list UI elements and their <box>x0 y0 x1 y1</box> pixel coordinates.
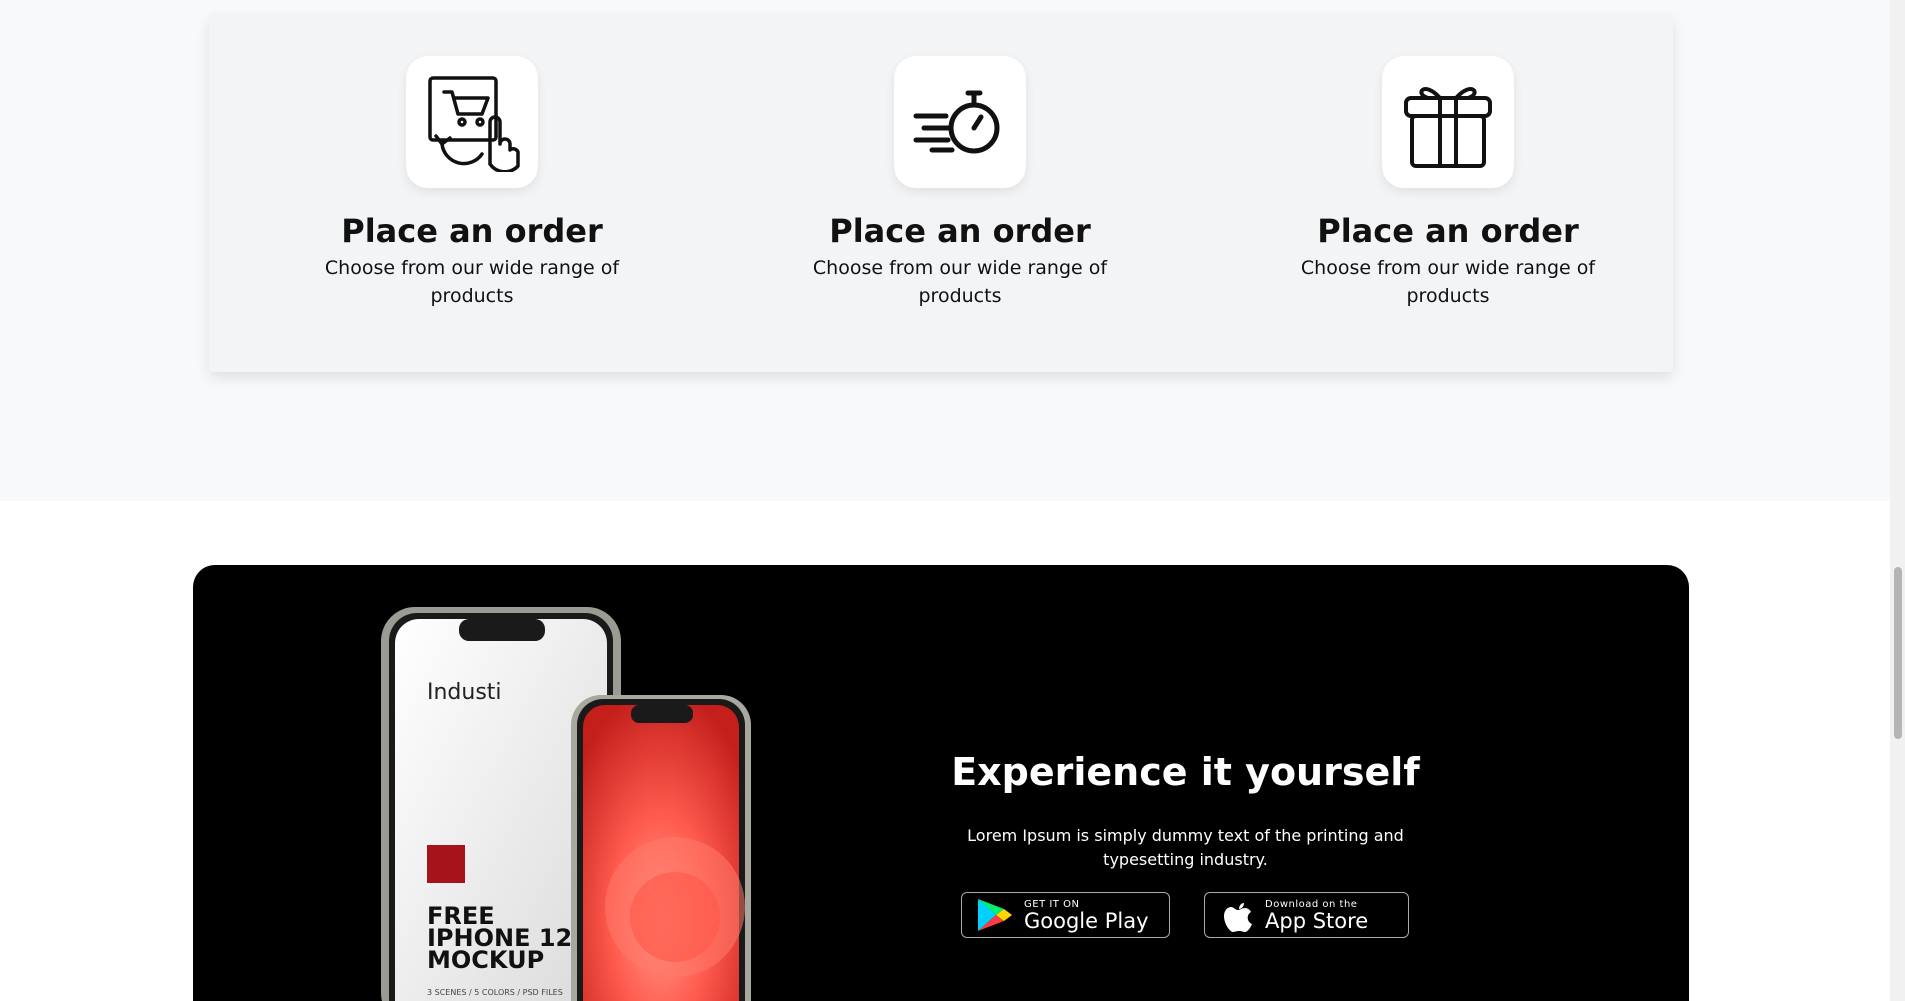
app-store-button[interactable]: Download on the App Store <box>1204 892 1409 938</box>
cta-block: Experience it yourself Lorem Ipsum is si… <box>943 750 1428 872</box>
feature-title: Place an order <box>1317 212 1579 250</box>
feature-description: Choose from our wide range of products <box>324 257 620 307</box>
feature-icon-box <box>1382 56 1514 188</box>
cart-click-icon <box>428 76 520 172</box>
cta-subtext: Lorem Ipsum is simply dummy text of the … <box>967 826 1404 869</box>
feature-title: Place an order <box>829 212 1091 250</box>
mockup-headline-3: MOCKUP <box>427 946 544 974</box>
google-play-button[interactable]: GET IT ON Google Play <box>961 892 1170 938</box>
feature-item-1: Place an order Choose from our wide rang… <box>307 56 637 310</box>
feature-icon-box <box>894 56 1026 188</box>
features-section: Place an order Choose from our wide rang… <box>0 0 1890 501</box>
google-badge-big-text: Google Play <box>1024 908 1149 933</box>
mockup-footnote: 3 SCENES / 5 COLORS / PSD FILES <box>427 988 563 997</box>
scrollbar-track[interactable] <box>1890 0 1905 1001</box>
store-badges: GET IT ON Google Play Download on the Ap… <box>961 892 1421 940</box>
apple-badge-small-text: Download on the <box>1265 898 1358 910</box>
stopwatch-speed-icon <box>913 90 1000 154</box>
apple-badge-big-text: App Store <box>1265 908 1369 933</box>
feature-description: Choose from our wide range of products <box>812 257 1108 307</box>
feature-item-3: Place an order Choose from our wide rang… <box>1283 56 1613 310</box>
scrollbar-thumb[interactable] <box>1894 567 1902 739</box>
feature-title: Place an order <box>341 212 603 250</box>
feature-description: Choose from our wide range of products <box>1300 257 1596 307</box>
google-badge-small-text: GET IT ON <box>1024 898 1080 910</box>
feature-item-2: Place an order Choose from our wide rang… <box>795 56 1125 310</box>
features-card: Place an order Choose from our wide rang… <box>209 14 1673 372</box>
apple-icon <box>1224 903 1252 932</box>
google-play-icon <box>978 899 1012 931</box>
feature-icon-box <box>406 56 538 188</box>
app-download-banner: Industi FREE IPHONE 12 MOCKUP 3 SCENES /… <box>193 565 1689 1001</box>
phone-mockup-image: Industi FREE IPHONE 12 MOCKUP 3 SCENES /… <box>381 607 751 1001</box>
gift-box-icon <box>1404 87 1492 168</box>
mockup-brand: Industi <box>427 680 502 705</box>
cta-heading: Experience it yourself <box>951 750 1420 794</box>
